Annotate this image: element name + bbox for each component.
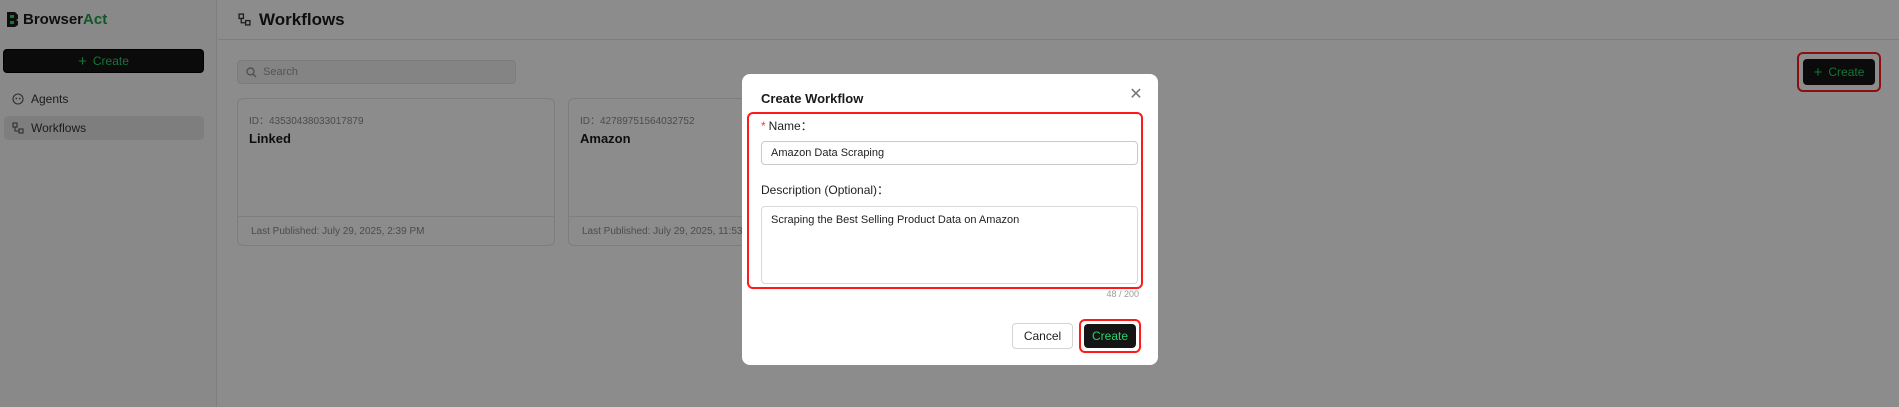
close-icon[interactable]: ✕ (1128, 86, 1144, 103)
dialog-title: Create Workflow (761, 91, 864, 106)
char-counter: 48 / 200 (1106, 289, 1139, 299)
create-submit-button[interactable]: Create (1084, 324, 1136, 348)
create-button-highlight: Create (1079, 319, 1141, 353)
name-field-label: * Name： (761, 117, 813, 134)
name-input[interactable] (761, 141, 1138, 165)
required-marker: * (761, 119, 766, 133)
description-field-label: Description (Optional)： (761, 183, 890, 197)
create-workflow-dialog: Create Workflow ✕ *Name： Description (Op… (742, 74, 1158, 365)
description-textarea[interactable]: Scraping the Best Selling Product Data o… (761, 206, 1138, 284)
cancel-button[interactable]: Cancel (1012, 323, 1073, 349)
name-label-text: Name： (768, 119, 813, 133)
